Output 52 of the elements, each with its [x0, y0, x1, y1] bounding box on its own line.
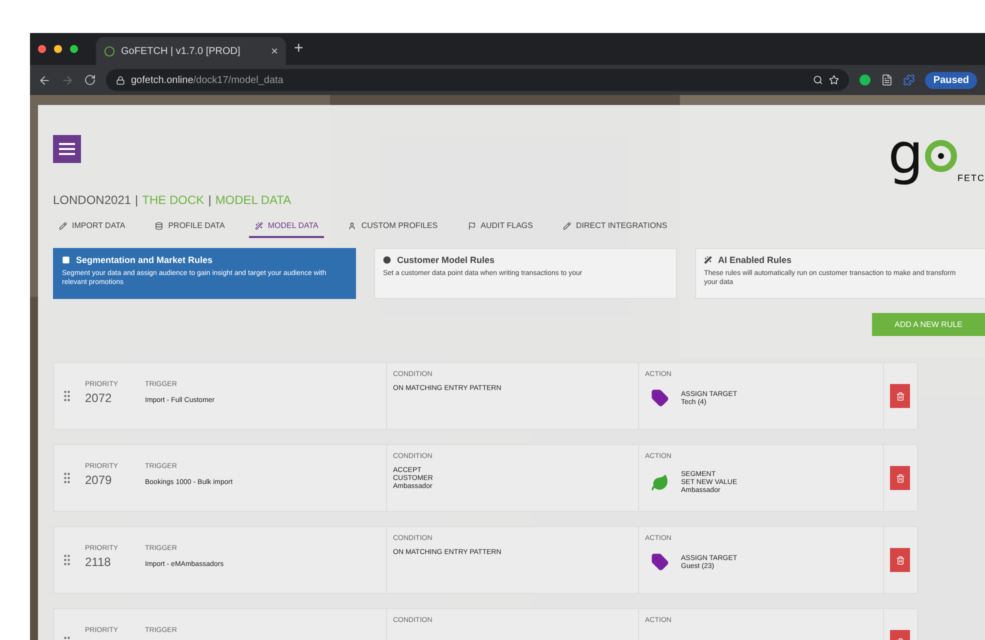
database-icon: [155, 222, 164, 230]
wand-icon: [254, 222, 263, 230]
priority-value: 2118: [85, 555, 112, 569]
delete-button[interactable]: [890, 384, 910, 408]
window-close-button[interactable]: [38, 45, 46, 53]
breadcrumb-separator: |: [135, 193, 138, 207]
nav-tab[interactable]: AUDIT FLAGS: [462, 217, 539, 238]
nav-tab[interactable]: MODEL DATA: [248, 217, 324, 238]
card-title: Customer Model Rules: [397, 255, 495, 265]
card-title: AI Enabled Rules: [718, 255, 792, 265]
breadcrumb-item[interactable]: LONDON2021: [53, 193, 132, 207]
window-maximize-button[interactable]: [70, 45, 78, 53]
puzzle-icon[interactable]: [903, 74, 916, 86]
card-title: Segmentation and Market Rules: [76, 255, 213, 265]
menu-icon: [59, 142, 75, 156]
trash-icon: [896, 474, 904, 482]
reload-icon[interactable]: [84, 74, 96, 86]
star-icon[interactable]: [829, 75, 840, 85]
site-icon: [104, 46, 115, 56]
address-bar[interactable]: gofetch.online/dock17/model_data: [106, 69, 850, 91]
circle-icon: [383, 256, 391, 264]
wand-icon: [704, 256, 712, 264]
search-icon[interactable]: [813, 75, 824, 85]
nav-tab[interactable]: CUSTOM PROFILES: [342, 217, 444, 238]
window-minimize-button[interactable]: [54, 45, 62, 53]
delete-button[interactable]: [890, 548, 910, 572]
pencil-icon: [59, 222, 67, 230]
new-tab-button[interactable]: +: [294, 40, 304, 58]
lock-icon: [116, 76, 125, 84]
nav-tab[interactable]: IMPORT DATA: [53, 217, 132, 238]
breadcrumb-separator: |: [208, 193, 212, 207]
priority-value: 2079: [85, 473, 113, 487]
delete-button[interactable]: [890, 466, 910, 490]
extension-icon[interactable]: [859, 74, 872, 86]
menu-button[interactable]: [53, 135, 81, 163]
square-icon: [62, 256, 70, 264]
pencil-icon: [562, 222, 571, 230]
user-icon: [348, 222, 356, 230]
back-icon[interactable]: [38, 74, 51, 86]
trash-icon: [896, 556, 904, 564]
nav-tab[interactable]: DIRECT INTEGRATIONS: [556, 217, 674, 238]
browser-tab[interactable]: GoFETCH | v1.7.0 [PROD] ×: [96, 37, 286, 65]
nav-tab[interactable]: PROFILE DATA: [149, 217, 231, 238]
logo-letter: g: [888, 123, 924, 187]
target-icon: [924, 139, 958, 173]
logo-text: FETC: [958, 173, 985, 183]
document-icon[interactable]: [881, 74, 894, 86]
priority-value: 2072: [85, 391, 113, 405]
trash-icon: [896, 392, 904, 400]
flag-icon: [468, 222, 476, 230]
profile-button[interactable]: Paused: [925, 72, 977, 88]
tab-close[interactable]: ×: [270, 44, 278, 58]
